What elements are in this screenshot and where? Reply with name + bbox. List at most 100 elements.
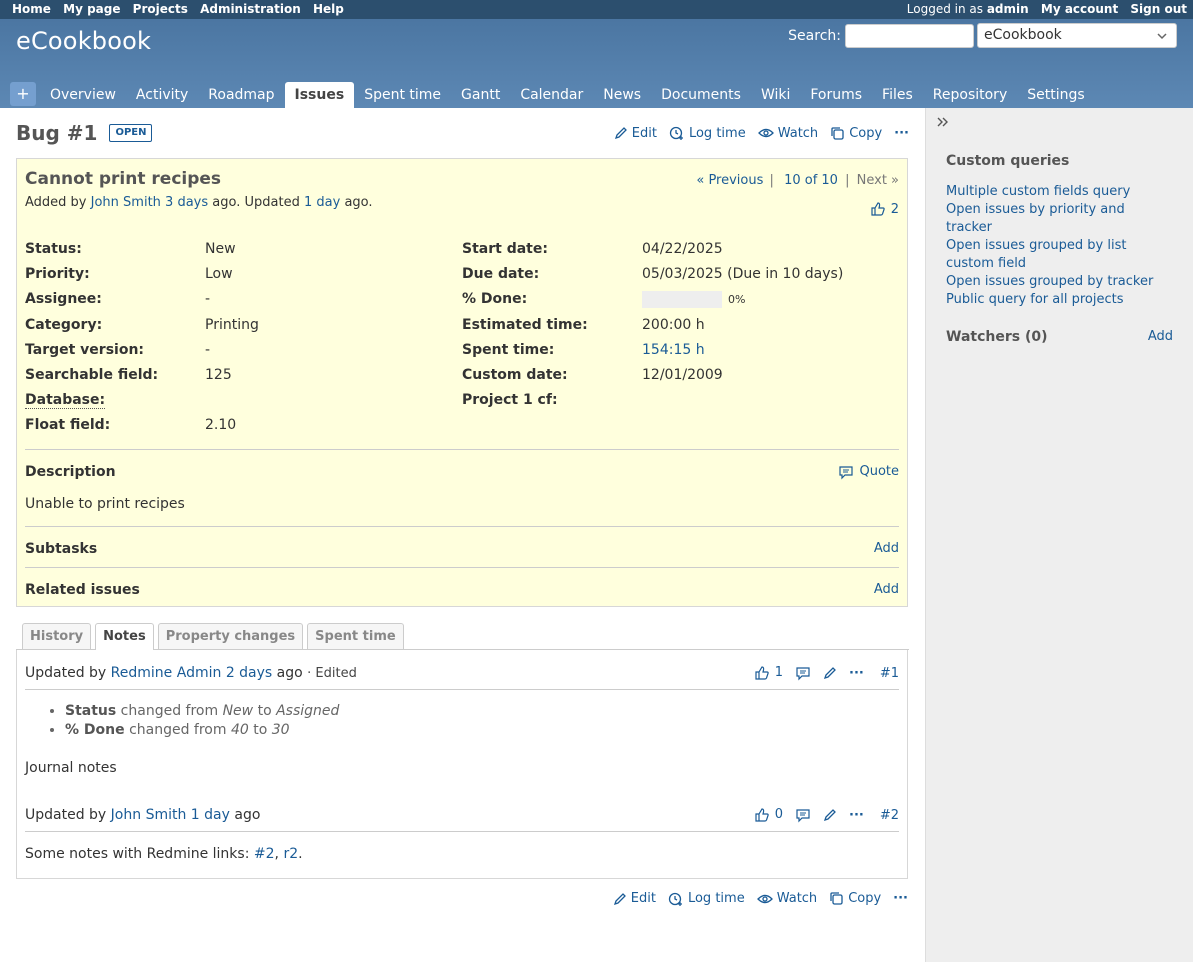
top-menu-my-page[interactable]: My page <box>63 2 120 16</box>
issue-ref-link[interactable]: #2 <box>254 846 275 862</box>
updated-ago-link[interactable]: 1 day <box>304 195 340 210</box>
attr-value: 04/22/2025 <box>642 241 723 257</box>
attr-value: 125 <box>205 366 232 383</box>
add-watcher-link[interactable]: Add <box>1148 329 1173 345</box>
issue-reaction-count: 2 <box>890 201 899 217</box>
top-menu-administration[interactable]: Administration <box>200 2 301 16</box>
related-issues-title: Related issues <box>25 581 140 598</box>
ago-label: ago <box>234 807 261 823</box>
spent-time-link[interactable]: 154:15 h <box>642 338 899 363</box>
custom-query-link[interactable]: Open issues grouped by list custom field <box>946 237 1173 273</box>
log-time-button[interactable]: Log time <box>668 891 745 907</box>
tab-repository[interactable]: Repository <box>923 82 1017 108</box>
logged-in-user[interactable]: admin <box>987 2 1029 16</box>
copy-button[interactable]: Copy <box>830 126 882 141</box>
new-object-button[interactable]: + <box>10 82 36 106</box>
top-menu-help[interactable]: Help <box>313 2 344 16</box>
tab-documents[interactable]: Documents <box>651 82 751 108</box>
custom-query-link[interactable]: Open issues grouped by tracker <box>946 273 1173 291</box>
journal-user-link[interactable]: John Smith <box>111 807 187 823</box>
tab-notes[interactable]: Notes <box>95 622 154 650</box>
pencil-icon <box>614 127 627 140</box>
author-link[interactable]: John Smith <box>91 195 161 210</box>
more-actions-icon[interactable]: ··· <box>893 891 908 906</box>
tab-property-changes[interactable]: Property changes <box>157 622 304 649</box>
tab-news[interactable]: News <box>593 82 651 108</box>
watch-button[interactable]: Watch <box>757 126 818 141</box>
tab-overview[interactable]: Overview <box>40 82 126 108</box>
issue-reaction-button[interactable]: 2 <box>870 201 899 217</box>
more-icon[interactable]: ··· <box>849 666 864 681</box>
journal-detail: % Done changed from 40 to 30 <box>65 721 899 740</box>
previous-issue-link[interactable]: « Previous <box>696 173 763 188</box>
tab-gantt[interactable]: Gantt <box>451 82 510 108</box>
detail-to-word: to <box>257 702 272 719</box>
thumbs-up-icon <box>755 666 769 680</box>
tab-settings[interactable]: Settings <box>1017 82 1094 108</box>
my-account-link[interactable]: My account <box>1041 2 1118 16</box>
quote-icon[interactable] <box>795 665 811 681</box>
sign-out-link[interactable]: Sign out <box>1130 2 1187 16</box>
attr-label-database: Database: <box>25 388 205 413</box>
journal-number-link[interactable]: #1 <box>880 666 899 681</box>
chevron-down-icon <box>1156 27 1168 50</box>
project-jump-value: eCookbook <box>984 27 1062 43</box>
added-ago-link[interactable]: 3 days <box>165 195 208 210</box>
add-subtask-link[interactable]: Add <box>874 541 899 556</box>
tab-files[interactable]: Files <box>872 82 923 108</box>
attr-label: Project 1 cf: <box>462 392 558 409</box>
tab-roadmap[interactable]: Roadmap <box>198 82 284 108</box>
log-time-button[interactable]: Log time <box>669 125 746 141</box>
search-input[interactable] <box>845 23 974 48</box>
more-icon[interactable]: ··· <box>849 808 864 823</box>
project-jump-select[interactable]: eCookbook <box>977 23 1177 48</box>
collapse-sidebar-icon[interactable] <box>936 114 1173 133</box>
pencil-icon[interactable] <box>823 666 837 680</box>
quote-icon[interactable] <box>795 807 811 823</box>
quote-label: Quote <box>859 464 899 479</box>
top-menu-projects[interactable]: Projects <box>133 2 188 16</box>
issue-actions-bottom: Edit Log time Watch Copy ··· <box>601 891 908 907</box>
tab-activity[interactable]: Activity <box>126 82 198 108</box>
journal-notes-2: Some notes with Redmine links: #2, r2. <box>25 846 899 862</box>
tab-forums[interactable]: Forums <box>800 82 872 108</box>
quote-button[interactable]: Quote <box>838 464 899 480</box>
updated-by-label: Updated by <box>25 807 107 823</box>
edit-button[interactable]: Edit <box>613 891 656 906</box>
tab-history-spent-time[interactable]: Spent time <box>307 622 404 649</box>
header: eCookbook Search: eCookbook + Overview A… <box>0 19 1193 108</box>
add-related-issue-link[interactable]: Add <box>874 582 899 597</box>
journal-number-link[interactable]: #2 <box>880 808 899 823</box>
custom-query-link[interactable]: Multiple custom fields query <box>946 183 1173 201</box>
more-actions-icon[interactable]: ··· <box>894 126 909 141</box>
top-menu-home[interactable]: Home <box>12 2 51 16</box>
journal-ago-link[interactable]: 2 days <box>226 665 272 681</box>
journal-tools-1: 1 ··· #1 <box>742 665 899 681</box>
attr-label: Category: <box>25 316 103 333</box>
pencil-icon[interactable] <box>823 808 837 822</box>
edit-button[interactable]: Edit <box>614 126 657 141</box>
watch-button[interactable]: Watch <box>756 891 817 906</box>
tab-wiki[interactable]: Wiki <box>751 82 800 108</box>
journal-detail: Status changed from New to Assigned <box>65 702 899 721</box>
journal-reaction-button[interactable]: 1 <box>754 665 783 681</box>
custom-query-link[interactable]: Public query for all projects <box>946 291 1173 309</box>
log-time-label: Log time <box>688 125 746 141</box>
copy-button[interactable]: Copy <box>829 891 881 906</box>
tab-spent-time[interactable]: Spent time <box>354 82 451 108</box>
ago-label: ago <box>276 665 303 681</box>
attr-label: Assignee: <box>25 291 102 308</box>
tab-calendar[interactable]: Calendar <box>510 82 593 108</box>
journal-user-link[interactable]: Redmine Admin <box>111 665 222 681</box>
updated-label: ago. Updated <box>212 195 300 210</box>
tab-history[interactable]: History <box>22 622 92 649</box>
tab-issues[interactable]: Issues <box>284 82 355 108</box>
thumbs-up-icon <box>755 808 769 822</box>
journal-reaction-button[interactable]: 0 <box>754 807 783 823</box>
journal-reaction-count: 1 <box>774 665 783 680</box>
custom-query-link[interactable]: Open issues by priority and tracker <box>946 201 1173 237</box>
journal-ago-link[interactable]: 1 day <box>191 807 230 823</box>
issue-position-link[interactable]: 10 of 10 <box>784 173 838 188</box>
revision-ref-link[interactable]: r2 <box>283 846 298 862</box>
attr-label: Priority: <box>25 266 90 283</box>
